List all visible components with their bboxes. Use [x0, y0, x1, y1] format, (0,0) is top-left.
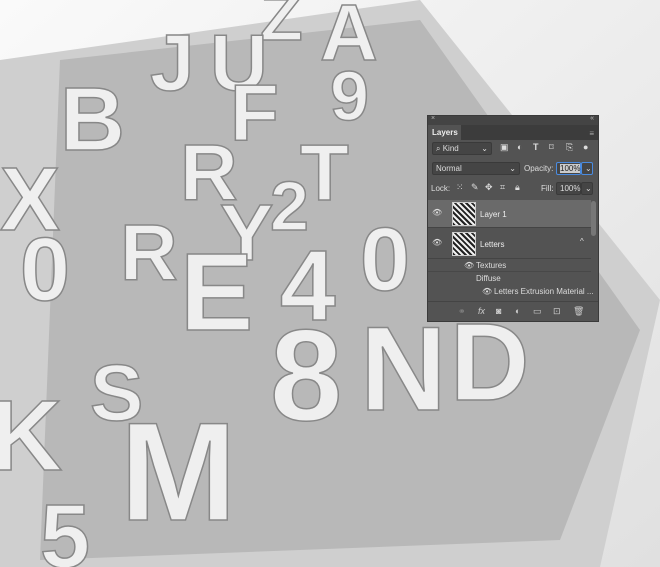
opacity-input[interactable]: 100% [556, 162, 581, 175]
fill-dropdown[interactable]: ⌄ [581, 182, 593, 195]
visibility-eye-icon[interactable]: 👁︎ [432, 208, 442, 217]
layer-name: Layer 1 [480, 210, 507, 219]
blend-mode-value: Normal [436, 164, 462, 173]
eye-icon[interactable]: 👁︎ [464, 261, 474, 270]
collapse-arrow-icon[interactable]: ^ [580, 237, 584, 246]
artwork-letter: N [360, 302, 447, 436]
mask-icon[interactable]: ◙ [496, 306, 501, 316]
lock-label: Lock: [431, 184, 451, 193]
fill-input[interactable]: 100% [556, 182, 581, 195]
artwork-letter: 9 [330, 57, 369, 135]
lock-artboard-icon[interactable]: ⌗ [500, 182, 505, 193]
fx-icon[interactable]: fx [478, 306, 485, 316]
smart-object-filter-icon[interactable]: ⎘ [566, 142, 573, 153]
opacity-label: Opacity: [524, 164, 554, 173]
group-folder-icon[interactable]: ▭ [533, 306, 542, 317]
opacity-dropdown[interactable]: ⌄ [581, 162, 593, 175]
filter-kind-select[interactable]: ⌕ Kind ⌄ [432, 142, 492, 155]
diffuse-label: Diffuse [476, 274, 501, 283]
artwork-letter: 0 [360, 210, 410, 310]
close-icon[interactable]: × [431, 115, 435, 122]
blend-mode-select[interactable]: Normal ⌄ [432, 162, 520, 175]
filter-kind-label: Kind [442, 144, 459, 153]
fill-label: Fill: [541, 184, 554, 193]
artwork-letter: 5 [40, 487, 90, 567]
image-filter-icon[interactable]: ▣ [500, 142, 509, 153]
artwork-letter: B [60, 70, 125, 170]
artwork-letter: R [120, 208, 178, 297]
artwork-letter: K [0, 380, 62, 492]
layers-panel: × « Layers ≡ ⌕ Kind ⌄ ▣ ◐ T ⌑ ⎘ ● Normal ⌄ O… [427, 115, 599, 322]
lock-paint-icon[interactable]: ✎ [471, 182, 479, 193]
adjustment-filter-icon[interactable]: ◐ [517, 142, 522, 152]
artwork-letter: E [180, 231, 253, 354]
layer-name: Letters [480, 240, 505, 249]
link-icon[interactable]: ⚭ [458, 306, 466, 317]
artwork-letter: M [120, 393, 237, 550]
type-filter-icon[interactable]: T [533, 142, 539, 152]
panel-menu-icon[interactable]: ≡ [589, 129, 594, 138]
layer-row-letters[interactable]: 👁︎ Letters ^ [428, 229, 591, 259]
material-label: Letters Extrusion Material ... [494, 287, 594, 296]
layer-row-layer-1[interactable]: 👁︎ Layer 1 [428, 200, 591, 228]
diffuse-row[interactable]: Diffuse [428, 273, 591, 286]
smart-object-thumbnail [452, 232, 476, 256]
filter-toggle-icon[interactable]: ● [583, 142, 588, 152]
material-row[interactable]: 👁︎ Letters Extrusion Material ... [428, 286, 594, 299]
scrollbar[interactable] [591, 201, 596, 236]
lock-transparent-icon[interactable]: ⁙ [456, 182, 464, 193]
collapse-icon[interactable]: « [590, 115, 594, 122]
artwork-letter: J [150, 18, 195, 107]
tab-layers[interactable]: Layers [428, 125, 461, 140]
trash-icon[interactable]: 🗑︎ [573, 306, 584, 317]
layer-thumbnail [452, 202, 476, 226]
shape-filter-icon[interactable]: ⌑ [549, 142, 554, 153]
opacity-value: 100% [560, 164, 581, 173]
lock-all-icon[interactable]: 🔒︎ [515, 182, 520, 193]
new-layer-icon[interactable]: ⊡ [553, 306, 561, 317]
visibility-eye-icon[interactable]: 👁︎ [432, 238, 442, 247]
adjustment-layer-icon[interactable]: ◐ [515, 306, 520, 316]
fill-value: 100% [560, 184, 581, 193]
artwork-letter: 8 [270, 302, 342, 448]
textures-label: Textures [476, 261, 507, 270]
textures-row[interactable]: 👁︎ Textures [428, 259, 591, 272]
artwork-letter: 0 [20, 220, 70, 320]
lock-position-icon[interactable]: ✥ [485, 182, 493, 193]
eye-icon[interactable]: 👁︎ [482, 287, 492, 296]
